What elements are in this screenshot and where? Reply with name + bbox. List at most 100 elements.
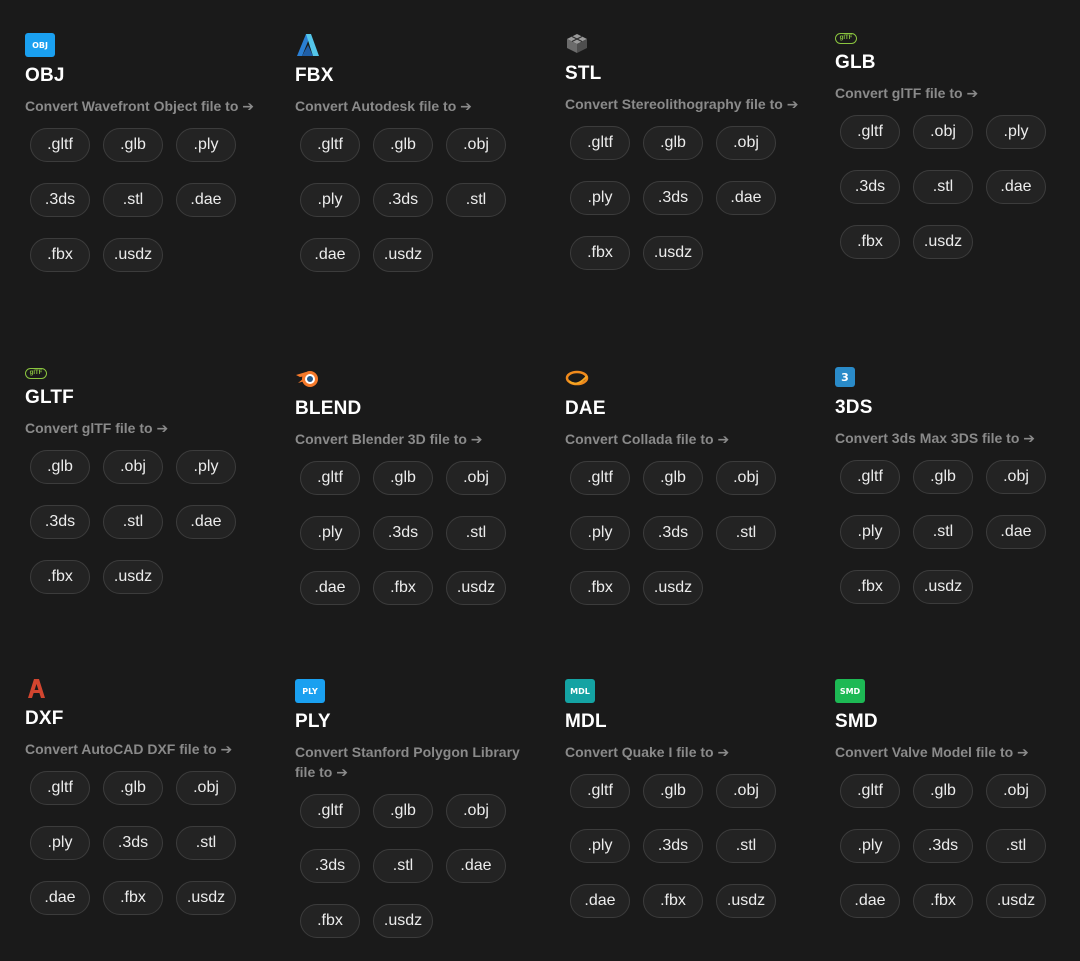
convert-to-ply-button[interactable]: .ply	[570, 516, 630, 550]
convert-to-fbx-button[interactable]: .fbx	[30, 238, 90, 272]
convert-to-usdz-button[interactable]: .usdz	[913, 570, 973, 604]
convert-to-dae-button[interactable]: .dae	[716, 181, 776, 215]
convert-to-ply-button[interactable]: .ply	[570, 829, 630, 863]
convert-to-fbx-button[interactable]: .fbx	[103, 881, 163, 915]
convert-to-obj-button[interactable]: .obj	[446, 128, 506, 162]
convert-to-dae-button[interactable]: .dae	[840, 884, 900, 918]
convert-to-glb-button[interactable]: .glb	[103, 128, 163, 162]
convert-to-3ds-button[interactable]: .3ds	[840, 170, 900, 204]
convert-to-obj-button[interactable]: .obj	[716, 126, 776, 160]
convert-to-fbx-button[interactable]: .fbx	[840, 570, 900, 604]
convert-to-glb-button[interactable]: .glb	[913, 774, 973, 808]
convert-to-obj-button[interactable]: .obj	[986, 774, 1046, 808]
convert-to-3ds-button[interactable]: .3ds	[103, 826, 163, 860]
convert-to-glb-button[interactable]: .glb	[373, 128, 433, 162]
convert-to-ply-button[interactable]: .ply	[840, 829, 900, 863]
convert-to-fbx-button[interactable]: .fbx	[373, 571, 433, 605]
convert-to-ply-button[interactable]: .ply	[30, 826, 90, 860]
convert-to-ply-button[interactable]: .ply	[300, 183, 360, 217]
convert-to-obj-button[interactable]: .obj	[176, 771, 236, 805]
convert-to-ply-button[interactable]: .ply	[176, 450, 236, 484]
convert-to-gltf-button[interactable]: .gltf	[840, 115, 900, 149]
convert-to-usdz-button[interactable]: .usdz	[103, 238, 163, 272]
convert-to-dae-button[interactable]: .dae	[446, 849, 506, 883]
convert-to-stl-button[interactable]: .stl	[716, 516, 776, 550]
convert-to-stl-button[interactable]: .stl	[716, 829, 776, 863]
convert-to-usdz-button[interactable]: .usdz	[373, 238, 433, 272]
convert-to-stl-button[interactable]: .stl	[913, 515, 973, 549]
convert-to-usdz-button[interactable]: .usdz	[103, 560, 163, 594]
convert-to-obj-button[interactable]: .obj	[103, 450, 163, 484]
convert-to-gltf-button[interactable]: .gltf	[300, 461, 360, 495]
convert-to-obj-button[interactable]: .obj	[446, 794, 506, 828]
convert-to-dae-button[interactable]: .dae	[986, 515, 1046, 549]
convert-to-stl-button[interactable]: .stl	[373, 849, 433, 883]
convert-to-glb-button[interactable]: .glb	[643, 461, 703, 495]
convert-to-ply-button[interactable]: .ply	[986, 115, 1046, 149]
convert-to-3ds-button[interactable]: .3ds	[30, 183, 90, 217]
convert-to-obj-button[interactable]: .obj	[986, 460, 1046, 494]
convert-to-gltf-button[interactable]: .gltf	[570, 126, 630, 160]
convert-to-ply-button[interactable]: .ply	[840, 515, 900, 549]
convert-to-3ds-button[interactable]: .3ds	[643, 829, 703, 863]
convert-to-usdz-button[interactable]: .usdz	[643, 571, 703, 605]
convert-to-stl-button[interactable]: .stl	[913, 170, 973, 204]
convert-to-dae-button[interactable]: .dae	[986, 170, 1046, 204]
convert-to-fbx-button[interactable]: .fbx	[913, 884, 973, 918]
convert-to-3ds-button[interactable]: .3ds	[30, 505, 90, 539]
convert-to-usdz-button[interactable]: .usdz	[373, 904, 433, 938]
convert-to-3ds-button[interactable]: .3ds	[373, 516, 433, 550]
convert-to-gltf-button[interactable]: .gltf	[30, 128, 90, 162]
convert-to-usdz-button[interactable]: .usdz	[716, 884, 776, 918]
convert-to-glb-button[interactable]: .glb	[643, 126, 703, 160]
convert-to-dae-button[interactable]: .dae	[570, 884, 630, 918]
convert-to-3ds-button[interactable]: .3ds	[913, 829, 973, 863]
convert-to-3ds-button[interactable]: .3ds	[300, 849, 360, 883]
convert-to-fbx-button[interactable]: .fbx	[570, 236, 630, 270]
convert-to-fbx-button[interactable]: .fbx	[840, 225, 900, 259]
convert-to-stl-button[interactable]: .stl	[446, 183, 506, 217]
convert-to-ply-button[interactable]: .ply	[176, 128, 236, 162]
convert-to-usdz-button[interactable]: .usdz	[986, 884, 1046, 918]
convert-to-glb-button[interactable]: .glb	[373, 794, 433, 828]
convert-to-obj-button[interactable]: .obj	[716, 774, 776, 808]
convert-to-glb-button[interactable]: .glb	[643, 774, 703, 808]
convert-to-gltf-button[interactable]: .gltf	[570, 774, 630, 808]
convert-to-ply-button[interactable]: .ply	[300, 516, 360, 550]
convert-to-glb-button[interactable]: .glb	[373, 461, 433, 495]
convert-to-obj-button[interactable]: .obj	[913, 115, 973, 149]
convert-to-stl-button[interactable]: .stl	[176, 826, 236, 860]
convert-to-gltf-button[interactable]: .gltf	[30, 771, 90, 805]
convert-to-stl-button[interactable]: .stl	[986, 829, 1046, 863]
convert-to-gltf-button[interactable]: .gltf	[300, 128, 360, 162]
convert-to-gltf-button[interactable]: .gltf	[300, 794, 360, 828]
convert-to-dae-button[interactable]: .dae	[176, 183, 236, 217]
convert-to-usdz-button[interactable]: .usdz	[176, 881, 236, 915]
convert-to-fbx-button[interactable]: .fbx	[300, 904, 360, 938]
convert-to-fbx-button[interactable]: .fbx	[30, 560, 90, 594]
convert-to-usdz-button[interactable]: .usdz	[446, 571, 506, 605]
convert-to-3ds-button[interactable]: .3ds	[643, 181, 703, 215]
convert-to-3ds-button[interactable]: .3ds	[643, 516, 703, 550]
convert-to-stl-button[interactable]: .stl	[446, 516, 506, 550]
convert-to-ply-button[interactable]: .ply	[570, 181, 630, 215]
convert-to-obj-button[interactable]: .obj	[446, 461, 506, 495]
convert-to-dae-button[interactable]: .dae	[300, 571, 360, 605]
convert-to-usdz-button[interactable]: .usdz	[643, 236, 703, 270]
convert-to-glb-button[interactable]: .glb	[913, 460, 973, 494]
convert-to-gltf-button[interactable]: .gltf	[570, 461, 630, 495]
convert-to-gltf-button[interactable]: .gltf	[840, 774, 900, 808]
convert-to-stl-button[interactable]: .stl	[103, 505, 163, 539]
convert-to-fbx-button[interactable]: .fbx	[570, 571, 630, 605]
convert-to-obj-button[interactable]: .obj	[716, 461, 776, 495]
convert-to-gltf-button[interactable]: .gltf	[840, 460, 900, 494]
convert-to-dae-button[interactable]: .dae	[300, 238, 360, 272]
convert-to-3ds-button[interactable]: .3ds	[373, 183, 433, 217]
convert-to-dae-button[interactable]: .dae	[176, 505, 236, 539]
convert-to-glb-button[interactable]: .glb	[103, 771, 163, 805]
convert-to-fbx-button[interactable]: .fbx	[643, 884, 703, 918]
convert-to-stl-button[interactable]: .stl	[103, 183, 163, 217]
convert-to-usdz-button[interactable]: .usdz	[913, 225, 973, 259]
convert-to-dae-button[interactable]: .dae	[30, 881, 90, 915]
convert-to-glb-button[interactable]: .glb	[30, 450, 90, 484]
